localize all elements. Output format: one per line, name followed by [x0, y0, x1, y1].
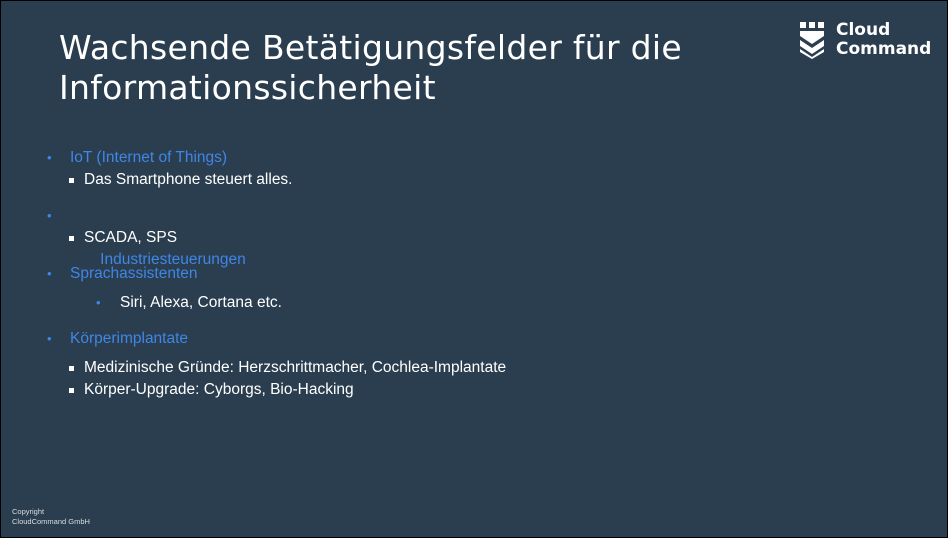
bullet-item: • Sprachassistenten [45, 263, 745, 285]
slide-title: Wachsende Betätigungsfelder für die Info… [59, 28, 779, 108]
bullet-label: Sprachassistenten [70, 265, 198, 282]
copyright-footer: Copyright CloudCommand GmbH [12, 507, 90, 527]
bullet-dot-icon: • [47, 331, 52, 346]
copyright-line-2: CloudCommand GmbH [12, 517, 90, 526]
square-bullet-icon [69, 236, 74, 241]
sub-bullet-item: SCADA, SPS [45, 227, 745, 249]
square-bullet-icon [69, 178, 74, 183]
logo-word-1: Cloud [836, 20, 891, 40]
sub-bullet-label: Körper-Upgrade: Cyborgs, Bio-Hacking [84, 381, 354, 398]
bullet-item: • Industriesteuerungen [45, 205, 745, 268]
bullet-dot-icon: • [47, 208, 52, 223]
bullet-dot-icon: • [96, 295, 101, 310]
slide-title-line-2: Informationssicherheit [59, 68, 436, 107]
sub-bullet-item: • Siri, Alexa, Cortana etc. [45, 292, 745, 314]
bullet-dot-icon: • [47, 150, 52, 165]
bullet-dot-icon: • [47, 266, 52, 281]
bullet-list: • IoT (Internet of Things) Das Smartphon… [45, 147, 745, 401]
bullet-label: Körperimplantate [70, 330, 189, 347]
sub-bullet-item: Körper-Upgrade: Cyborgs, Bio-Hacking [45, 379, 745, 401]
shield-chevron-logo-icon [800, 22, 824, 59]
sub-bullet-item: Das Smartphone steuert alles. [45, 169, 745, 191]
square-bullet-icon [69, 388, 74, 393]
bullet-label: IoT (Internet of Things) [70, 149, 228, 166]
sub-bullet-label: Medizinische Gründe: Herzschrittmacher, … [84, 359, 507, 376]
sub-bullet-label: Siri, Alexa, Cortana etc. [120, 294, 282, 311]
copyright-line-1: Copyright [12, 507, 45, 516]
cloudcommand-logo: Cloud Command [799, 19, 944, 61]
bullet-item: • Körperimplantate [45, 328, 745, 350]
slide: Wachsende Betätigungsfelder für die Info… [1, 1, 947, 537]
logo-wordmark: Cloud Command [836, 21, 931, 59]
sub-bullet-label: Das Smartphone steuert alles. [84, 171, 293, 188]
square-bullet-icon [69, 366, 74, 371]
bullet-item: • IoT (Internet of Things) [45, 147, 745, 169]
sub-bullet-label: SCADA, SPS [84, 229, 178, 246]
slide-title-line-1: Wachsende Betätigungsfelder für die [59, 28, 682, 67]
logo-word-2: Command [836, 39, 932, 59]
sub-bullet-item: Medizinische Gründe: Herzschrittmacher, … [45, 357, 745, 379]
